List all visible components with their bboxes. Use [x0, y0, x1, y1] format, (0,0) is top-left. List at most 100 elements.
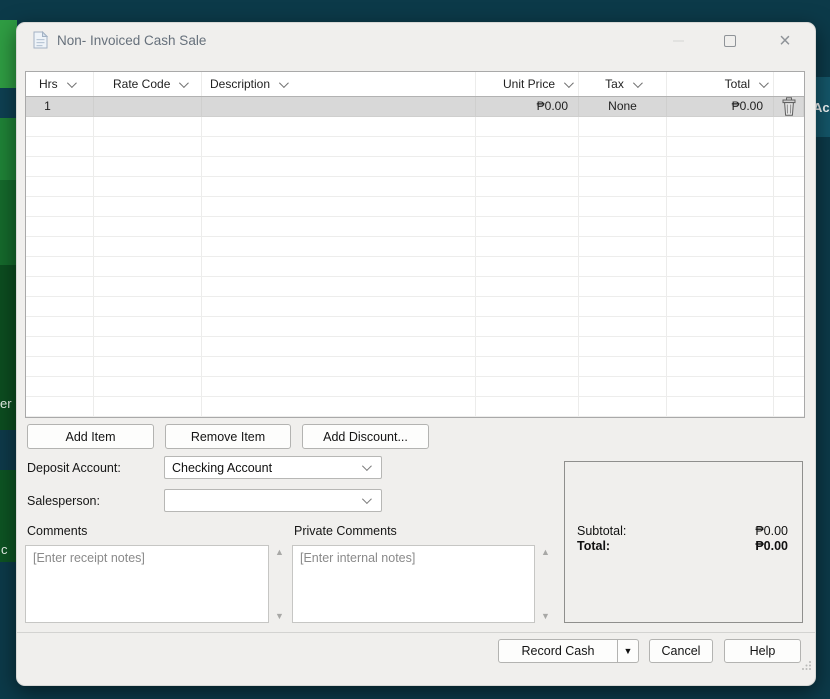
cell-total[interactable] [667, 337, 774, 356]
cell-description[interactable] [202, 257, 476, 276]
cell-hrs[interactable] [26, 357, 94, 376]
line-item-row[interactable]: 1 ₱0.00 None ₱0.00 [26, 97, 804, 117]
cell-rate_code[interactable] [94, 157, 202, 176]
cell-total[interactable] [667, 257, 774, 276]
remove-item-button[interactable]: Remove Item [165, 424, 291, 449]
cell-hrs[interactable] [26, 137, 94, 156]
minimize-button[interactable] [665, 29, 691, 53]
empty-row[interactable] [26, 377, 804, 397]
empty-row[interactable] [26, 157, 804, 177]
cell-hrs[interactable]: 1 [26, 97, 94, 116]
cell-hrs[interactable] [26, 317, 94, 336]
cell-unit_price[interactable] [476, 117, 579, 136]
cell-unit_price[interactable] [476, 277, 579, 296]
cell-unit_price[interactable] [476, 357, 579, 376]
cell-tax[interactable] [579, 277, 667, 296]
cell-tax[interactable] [579, 397, 667, 416]
cell-tax[interactable] [579, 297, 667, 316]
cell-unit_price[interactable] [476, 157, 579, 176]
empty-row[interactable] [26, 177, 804, 197]
private-comments-scrollbar[interactable]: ▲ ▼ [541, 547, 553, 621]
cell-tax[interactable] [579, 317, 667, 336]
cell-hrs[interactable] [26, 297, 94, 316]
cell-rate_code[interactable] [94, 317, 202, 336]
record-cash-label[interactable]: Record Cash [499, 640, 617, 662]
cell-total[interactable] [667, 357, 774, 376]
cell-description[interactable] [202, 117, 476, 136]
delete-row-icon[interactable] [780, 97, 798, 116]
cell-hrs[interactable] [26, 237, 94, 256]
cell-hrs[interactable] [26, 397, 94, 416]
cell-unit_price[interactable] [476, 177, 579, 196]
cell-unit_price[interactable] [476, 237, 579, 256]
cell-hrs[interactable] [26, 277, 94, 296]
empty-row[interactable] [26, 137, 804, 157]
maximize-button[interactable] [717, 29, 743, 53]
comments-scrollbar[interactable]: ▲ ▼ [275, 547, 287, 621]
cell-rate_code[interactable] [94, 257, 202, 276]
cell-tax[interactable] [579, 177, 667, 196]
cell-unit_price[interactable] [476, 137, 579, 156]
cell-description[interactable] [202, 197, 476, 216]
cell-unit_price[interactable] [476, 337, 579, 356]
add-item-button[interactable]: Add Item [27, 424, 154, 449]
cell-total[interactable] [667, 377, 774, 396]
cell-rate_code[interactable] [94, 197, 202, 216]
cell-unit_price[interactable] [476, 377, 579, 396]
cell-rate_code[interactable] [94, 117, 202, 136]
deposit-account-select[interactable]: Checking Account [164, 456, 382, 479]
cell-rate_code[interactable] [94, 377, 202, 396]
cell-rate_code[interactable] [94, 297, 202, 316]
cell-description[interactable] [202, 397, 476, 416]
cell-description[interactable] [202, 97, 476, 116]
cell-total[interactable] [667, 277, 774, 296]
cell-tax[interactable] [579, 137, 667, 156]
empty-row[interactable] [26, 317, 804, 337]
cell-hrs[interactable] [26, 117, 94, 136]
salesperson-select[interactable] [164, 489, 382, 512]
cell-rate_code[interactable] [94, 217, 202, 236]
cell-description[interactable] [202, 337, 476, 356]
comments-input[interactable] [26, 546, 268, 622]
empty-row[interactable] [26, 357, 804, 377]
cell-total[interactable] [667, 217, 774, 236]
cell-unit_price[interactable] [476, 217, 579, 236]
cell-tax[interactable] [579, 257, 667, 276]
cell-tax[interactable] [579, 157, 667, 176]
cell-rate_code[interactable] [94, 177, 202, 196]
cell-hrs[interactable] [26, 177, 94, 196]
add-discount-button[interactable]: Add Discount... [302, 424, 429, 449]
cell-tax[interactable] [579, 217, 667, 236]
cell-total[interactable] [667, 197, 774, 216]
cell-unit_price[interactable] [476, 257, 579, 276]
scroll-up-icon[interactable]: ▲ [541, 547, 550, 557]
cell-hrs[interactable] [26, 217, 94, 236]
resize-grip[interactable] [801, 658, 812, 676]
cell-tax[interactable] [579, 197, 667, 216]
cell-rate_code[interactable] [94, 397, 202, 416]
cell-total[interactable] [667, 237, 774, 256]
cell-description[interactable] [202, 357, 476, 376]
column-header-rate_code[interactable]: Rate Code [94, 72, 202, 96]
cell-total[interactable] [667, 297, 774, 316]
private-comments-input[interactable] [293, 546, 534, 622]
cell-hrs[interactable] [26, 257, 94, 276]
record-cash-dropdown-arrow[interactable]: ▼ [617, 640, 638, 662]
cell-rate_code[interactable] [94, 357, 202, 376]
cell-tax[interactable] [579, 237, 667, 256]
cell-tax[interactable]: None [579, 97, 667, 116]
cell-description[interactable] [202, 157, 476, 176]
cell-tax[interactable] [579, 377, 667, 396]
cell-total[interactable] [667, 157, 774, 176]
cell-rate_code[interactable] [94, 97, 202, 116]
cell-tax[interactable] [579, 117, 667, 136]
empty-row[interactable] [26, 217, 804, 237]
record-cash-button[interactable]: Record Cash ▼ [498, 639, 639, 663]
empty-row[interactable] [26, 337, 804, 357]
cell-total[interactable]: ₱0.00 [667, 97, 774, 116]
cell-total[interactable] [667, 137, 774, 156]
cell-actions[interactable] [774, 97, 804, 116]
cell-total[interactable] [667, 117, 774, 136]
cell-rate_code[interactable] [94, 337, 202, 356]
cell-hrs[interactable] [26, 337, 94, 356]
